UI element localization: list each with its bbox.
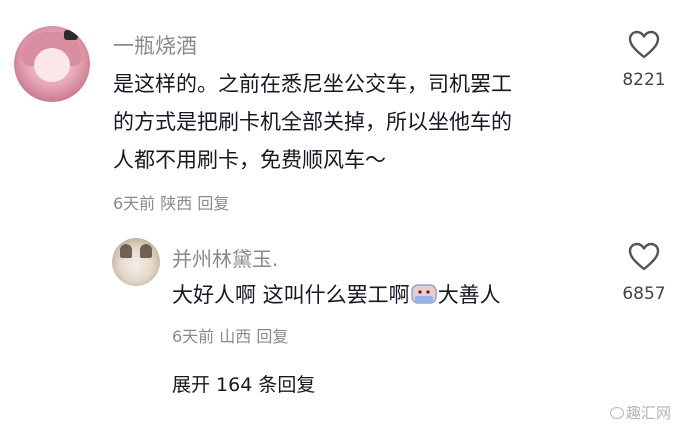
reply-text-part: 大善人 [437, 283, 501, 307]
reply-avatar[interactable] [112, 238, 160, 286]
reply-username[interactable]: 并州林黛玉. [172, 243, 278, 272]
like-heart-icon[interactable] [628, 30, 660, 60]
watermark-text: 趣汇网 [626, 404, 672, 422]
avatar-bow [64, 30, 78, 40]
reply-like-count: 6857 [622, 284, 666, 304]
crying-face-emoji-icon [410, 284, 437, 304]
expand-replies-button[interactable]: 展开 164 条回复 [172, 370, 315, 397]
reply-meta[interactable]: 6天前 山西 回复 [172, 323, 288, 347]
comment-line: 是这样的。之前在悉尼坐公交车，司机罢工 [113, 72, 512, 96]
comment-line: 的方式是把刷卡机全部关掉，所以坐他车的 [113, 110, 512, 134]
reply-like-heart-icon[interactable] [628, 242, 660, 272]
commenter-avatar[interactable] [14, 26, 90, 102]
commenter-username[interactable]: 一瓶烧酒 [113, 30, 197, 60]
reply-text-part: 大好人啊 这叫什么罢工啊 [172, 283, 410, 307]
reply-text: 大好人啊 这叫什么罢工啊 大善人 [172, 278, 501, 312]
avatar-ear [120, 244, 132, 258]
comment-text: 是这样的。之前在悉尼坐公交车，司机罢工 的方式是把刷卡机全部关掉，所以坐他车的 … [113, 65, 633, 179]
comment-like-count: 8221 [622, 70, 666, 90]
weibo-icon [610, 407, 624, 419]
avatar-ear [140, 244, 152, 258]
comment-line: 人都不用刷卡，免费顺风车～ [113, 148, 386, 172]
comment-meta[interactable]: 6天前 陕西 回复 [113, 190, 229, 214]
avatar-face [34, 48, 70, 82]
watermark: 趣汇网 [610, 402, 671, 423]
